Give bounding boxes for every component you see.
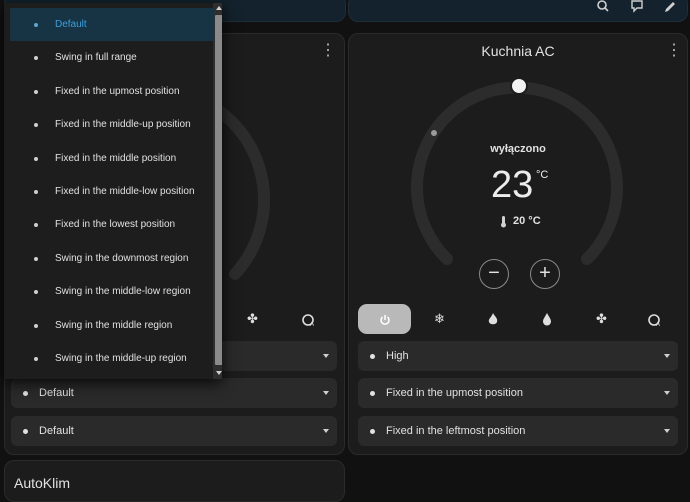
dropdown-option[interactable]: Fixed in the upmost position [10, 75, 213, 108]
water-drop-icon[interactable] [520, 304, 573, 334]
option-label: Swing in the middle-low region [55, 286, 191, 298]
dropdown-option[interactable]: Fixed in the middle-low position [10, 175, 213, 208]
dropdown-option[interactable]: Swing in the middle region [10, 309, 213, 342]
power-icon[interactable] [358, 304, 411, 334]
dropdown-option[interactable]: Swing in full range [10, 41, 213, 74]
option-dot [34, 89, 38, 94]
target-temperature: 23 [491, 164, 534, 206]
dropdown-option[interactable]: Swing in the downmost region [10, 242, 213, 275]
hvac-mode-row: ❄ ✤ A [349, 304, 687, 334]
option-label: Fixed in the middle-up position [55, 119, 191, 131]
hvac-status: wyłączono [490, 143, 546, 155]
option-dot [34, 23, 38, 27]
left-preset-select[interactable]: Default [11, 416, 337, 446]
target-temperature-unit: °C [536, 169, 549, 181]
current-temp-marker [431, 130, 437, 136]
option-label: Swing in the middle-up region [55, 353, 187, 364]
current-temperature: 20 °C [513, 215, 541, 227]
dropdown-option[interactable]: Swing in the middle-up region [10, 342, 213, 375]
select-value: High [386, 350, 409, 362]
select-value: Default [39, 387, 74, 399]
option-dot [34, 256, 38, 261]
vertical-swing-select[interactable]: Fixed in the upmost position [358, 378, 678, 408]
kuchnia-ac-card: Kuchnia AC ⋮ wyłączono 23 °C 20 °C − + ❄… [348, 33, 688, 455]
option-label: Fixed in the middle-low position [55, 186, 195, 197]
option-dot [34, 223, 38, 228]
dropdown-option[interactable]: Fixed in the lowest position [10, 208, 213, 241]
option-label: Swing in the downmost region [55, 252, 189, 264]
dropdown-option[interactable]: Fixed in the middle position [10, 142, 213, 175]
option-dot [34, 357, 38, 361]
scrollbar-thumb[interactable] [215, 15, 222, 365]
option-dot [34, 323, 38, 328]
option-label: Fixed in the lowest position [55, 219, 176, 231]
select-dot [370, 429, 375, 434]
horizontal-swing-select[interactable]: Fixed in the leftmost position [358, 416, 678, 446]
option-label: Swing in the middle region [55, 319, 173, 331]
more-options-icon[interactable]: ⋮ [666, 43, 682, 59]
more-options-icon[interactable]: ⋮ [320, 43, 336, 59]
chevron-down-icon [664, 429, 670, 433]
scroll-up-arrow[interactable] [216, 6, 222, 10]
card-title: Kuchnia AC [481, 43, 555, 59]
decrease-temperature-button[interactable]: − [479, 259, 509, 289]
option-label: Swing in full range [55, 52, 137, 64]
option-dot [34, 123, 38, 128]
select-dot [370, 391, 375, 396]
search-icon[interactable] [594, 0, 612, 14]
select-value: Fixed in the leftmost position [386, 425, 526, 437]
auto-icon[interactable]: A [628, 304, 681, 334]
chevron-down-icon [323, 391, 329, 395]
option-label: Default [55, 19, 87, 30]
left-horizontal-swing-select[interactable]: Default [11, 378, 337, 408]
thermometer-icon [499, 215, 508, 233]
dropdown-option[interactable]: Default [10, 8, 213, 41]
chat-icon[interactable] [628, 0, 646, 14]
target-handle[interactable] [510, 77, 528, 95]
auto-icon[interactable]: A [282, 304, 335, 334]
dropdown-scrollbar[interactable] [213, 3, 222, 379]
chevron-down-icon [323, 429, 329, 433]
option-label: Fixed in the middle position [55, 152, 177, 164]
increase-temperature-button[interactable]: + [530, 259, 560, 289]
select-value: Fixed in the upmost position [386, 387, 523, 399]
option-dot [34, 190, 38, 194]
fan-mode-select[interactable]: High [358, 341, 678, 371]
fan-icon[interactable]: ✤ [226, 304, 279, 334]
scroll-down-arrow[interactable] [216, 371, 222, 375]
select-dot [370, 354, 375, 359]
chevron-down-icon [323, 354, 329, 358]
select-value: Default [39, 425, 74, 437]
chevron-down-icon [664, 354, 670, 358]
svg-text:A: A [310, 322, 314, 327]
option-dot [34, 290, 38, 295]
swing-mode-dropdown: Default Swing in full range Fixed in the u… [4, 3, 222, 379]
card-title: AutoKlim [14, 475, 71, 491]
chevron-down-icon [664, 391, 670, 395]
dropdown-option[interactable]: Swing in the middle-low region [10, 275, 213, 308]
select-dot [23, 391, 28, 396]
option-label: Fixed in the upmost position [55, 85, 180, 97]
option-dot [34, 156, 38, 161]
edit-icon[interactable] [661, 0, 679, 14]
select-dot [23, 429, 28, 434]
snowflake-icon[interactable]: ❄ [413, 304, 466, 334]
option-dot [34, 56, 38, 61]
dropdown-option[interactable]: Fixed in the middle-up position [10, 108, 213, 141]
flame-icon[interactable] [466, 304, 519, 334]
svg-text:A: A [656, 322, 660, 327]
fan-icon[interactable]: ✤ [575, 304, 628, 334]
